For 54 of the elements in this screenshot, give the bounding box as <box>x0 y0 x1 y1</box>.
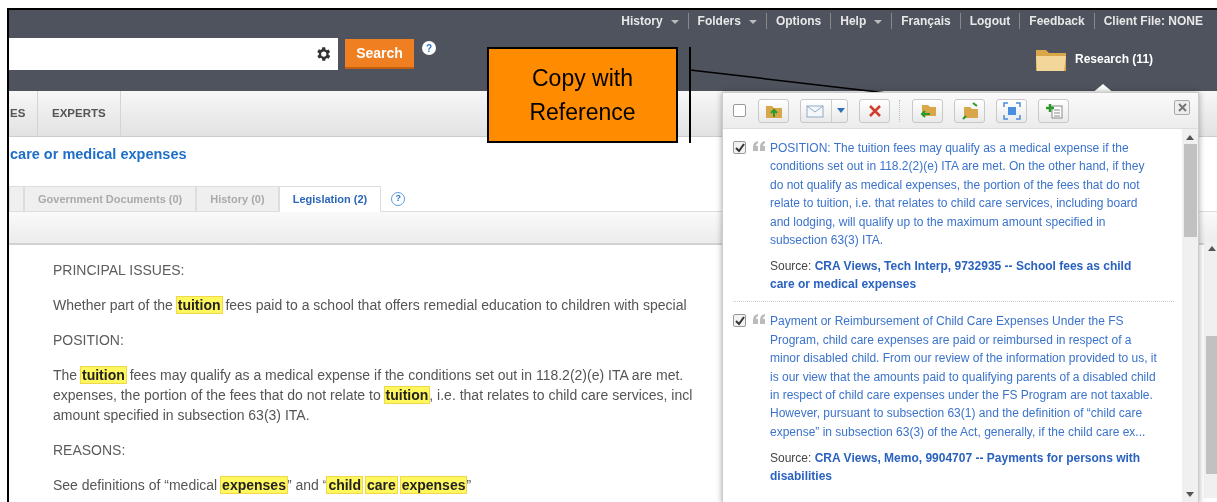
toolbar-button[interactable] <box>859 98 890 123</box>
excerpt-text[interactable]: POSITION: The tuition fees may qualify as a medical expense if the conditions set out in 118.2(2)(e) ITA are met. On the other hand, if they do not qualify as medical expenses, the portion of the fees that do not relate to tuition, i.e. that relates to child care services, including board and lodging, will qualify up to the maximum amount specified in subsection 63(3) ITA. <box>770 139 1158 250</box>
caret-icon[interactable] <box>837 108 845 113</box>
scroll-thumb[interactable] <box>1205 336 1217 474</box>
checkbox[interactable] <box>733 314 746 328</box>
scroll-up-icon[interactable] <box>1186 135 1194 140</box>
tab[interactable]: Legislation (2) <box>278 186 382 212</box>
source-citation[interactable]: Source: CRA Views, Memo, 9904707 -- Payments for persons with disabilities <box>770 449 1158 486</box>
section-heading: POSITION: <box>53 331 124 350</box>
close-button[interactable] <box>1174 100 1190 115</box>
callout-text: Reference <box>529 98 636 127</box>
section-heading: REASONS: <box>53 441 126 460</box>
toolbar-button[interactable] <box>954 98 985 123</box>
paragraph-line: amount specified in subsection 63(3) ITA. <box>53 406 310 425</box>
paragraph-line: The tuition fees may qualify as a medical expense if the conditions set out in 118.2(2)(e) ITA are met. <box>53 366 684 385</box>
nav-link[interactable]: Feedback <box>1029 12 1085 30</box>
quote-icon <box>753 314 766 325</box>
callout-text: Copy with <box>532 64 633 93</box>
paragraph-line: Whether part of the tuition fees paid to a school that offers remedial education to children with special <box>53 296 687 315</box>
scroll-up-icon[interactable] <box>1208 246 1216 251</box>
quote-icon <box>753 141 766 151</box>
toolbar-button[interactable] <box>800 98 848 123</box>
panel-scrollbar[interactable] <box>1182 129 1198 502</box>
scroll-thumb[interactable] <box>1183 144 1197 237</box>
excerpt-text[interactable]: Payment or Reimbursement of Child Care Expenses Under the FS Program, child care expenses are paid or reimbursed in respect of a minor disabled child. From our review of the information provided to us, it is our view that the amounts paid to qualifying parents of a disabled child in respect of child care expenses under the FS Program are not taxable. However, pursuant to subsection 63(1) and the definition of “child care expense” in subsection 63(3) of the Act, generally, if the child care ex... <box>770 312 1158 442</box>
checkbox[interactable] <box>733 141 746 154</box>
source-citation[interactable]: Source: CRA Views, Tech Interp, 9732935 -- School fees as child care or medical expenses <box>770 257 1158 294</box>
nav-link[interactable]: History <box>621 12 663 30</box>
scroll-down-icon[interactable] <box>1186 492 1194 497</box>
toolbar-button[interactable] <box>1038 98 1069 123</box>
close-icon <box>1177 103 1187 112</box>
nav-link[interactable]: Français <box>901 12 951 30</box>
page-scrollbar[interactable] <box>1204 242 1217 498</box>
nav-link[interactable]: Folders <box>697 12 741 30</box>
caret-icon[interactable] <box>748 20 757 24</box>
toolbar-button[interactable] <box>758 98 789 123</box>
caret-icon[interactable] <box>874 20 883 24</box>
search-field[interactable] <box>9 38 338 70</box>
nav-tab[interactable]: EXPERTS <box>38 91 121 136</box>
nav-link[interactable]: Help <box>840 12 867 30</box>
paragraph-line: expenses, the portion of the fees that do not relate to tuition, i.e. that relates to child care services, incl <box>53 386 693 405</box>
section-heading: PRINCIPAL ISSUES: <box>53 261 185 280</box>
checkbox[interactable] <box>733 104 746 117</box>
toolbar-button[interactable] <box>996 98 1027 123</box>
fit-screen-icon <box>1001 100 1022 121</box>
toolbar-button[interactable] <box>912 98 943 123</box>
nav-tab[interactable]: ES <box>9 91 38 136</box>
document-title[interactable]: care or medical expenses <box>10 144 187 166</box>
nav-link[interactable]: Logout <box>969 12 1011 30</box>
nav-link[interactable]: Client File: NONE <box>1103 12 1203 30</box>
research-link[interactable]: Research (11) <box>1075 50 1154 68</box>
caret-icon[interactable] <box>670 20 679 24</box>
nav-link[interactable]: Options <box>775 12 822 30</box>
help-icon[interactable]: ? <box>422 41 436 55</box>
